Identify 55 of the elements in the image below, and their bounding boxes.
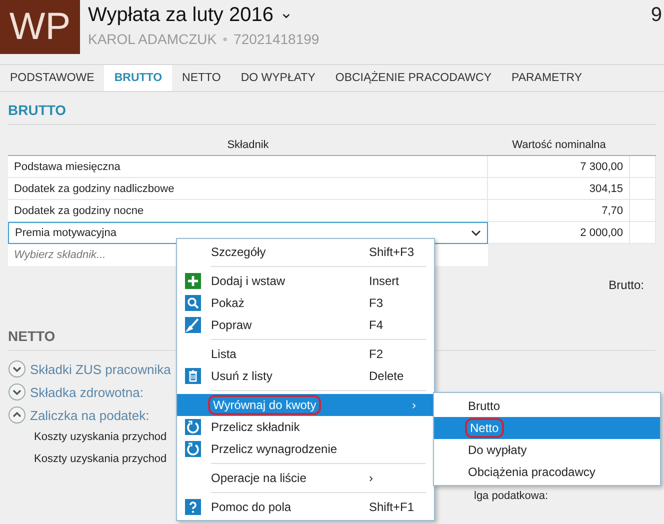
menu-item[interactable]: Przelicz wynagrodzenie xyxy=(177,438,434,460)
menu-item[interactable]: Operacje na liście › xyxy=(177,467,434,489)
table-cell xyxy=(630,156,656,178)
table-cell: Podstawa miesięczna xyxy=(8,156,488,178)
plus-icon xyxy=(185,273,201,289)
separator-dot: • xyxy=(222,31,228,47)
help-icon xyxy=(185,499,201,515)
tab[interactable]: NETTO xyxy=(172,65,231,91)
table-cell xyxy=(630,178,656,200)
trash-icon xyxy=(185,368,201,384)
tab[interactable]: BRUTTO xyxy=(104,65,172,91)
table-cell: 2 000,00 xyxy=(488,222,630,244)
expand-toggle-icon[interactable] xyxy=(8,360,26,378)
table-cell xyxy=(630,200,656,222)
menu-item[interactable]: Pomoc do pola Shift+F1 xyxy=(177,496,434,518)
search-icon xyxy=(185,295,201,311)
menu-item[interactable]: Szczegóły Shift+F3 xyxy=(177,241,434,263)
menu-item[interactable]: Brutto xyxy=(434,395,660,417)
tab[interactable]: PARAMETRY xyxy=(502,65,592,91)
menu-item[interactable]: Dodaj i wstaw Insert xyxy=(177,270,434,292)
table-cell: 304,15 xyxy=(488,178,630,200)
employee-pesel: 72021418199 xyxy=(234,31,320,47)
employee-name: KAROL ADAMCZUK xyxy=(88,31,217,47)
title-dropdown-caret[interactable]: ⌄ xyxy=(279,4,293,20)
expand-toggle-icon[interactable] xyxy=(8,383,26,401)
expand-toggle-icon[interactable] xyxy=(8,406,26,424)
menu-item[interactable]: Usuń z listy Delete xyxy=(177,365,434,387)
tab[interactable]: PODSTAWOWE xyxy=(0,65,104,91)
menu-item[interactable]: Wyrównaj do kwoty › xyxy=(177,394,434,416)
detail-label: Koszty uzyskania przychod xyxy=(34,453,167,465)
total-label: Brutto: xyxy=(608,278,644,294)
section-heading: BRUTTO xyxy=(8,92,656,125)
brush-icon xyxy=(185,317,201,333)
table-cell: 7,70 xyxy=(488,200,630,222)
menu-item[interactable]: Obciążenia pracodawcy xyxy=(434,461,660,483)
menu-item[interactable]: Netto xyxy=(434,417,660,439)
table-cell: Dodatek za godziny nadliczbowe xyxy=(8,178,488,200)
menu-item[interactable]: Pokaż F3 xyxy=(177,292,434,314)
corner-text: 9 xyxy=(650,3,662,27)
refresh-icon xyxy=(185,441,201,457)
detail-label: Koszty uzyskania przychod xyxy=(34,431,167,443)
menu-item[interactable]: Do wypłaty xyxy=(434,439,660,461)
menu-item[interactable]: Przelicz składnik xyxy=(177,416,434,438)
document-title: Wypłata za luty 2016 xyxy=(88,4,274,27)
app-logo: WP xyxy=(0,0,80,54)
chevron-down-icon xyxy=(471,230,481,236)
detail-label: lga podatkowa: xyxy=(474,490,548,502)
refresh-icon xyxy=(185,419,201,435)
table-cell: 7 300,00 xyxy=(488,156,630,178)
table-cell xyxy=(630,222,656,244)
table-cell: Dodatek za godziny nocne xyxy=(8,200,488,222)
column-header: Składnik xyxy=(226,139,270,151)
tab[interactable]: OBCIĄŻENIE PRACODAWCY xyxy=(325,65,502,91)
column-header: Wartość nominalna xyxy=(511,139,607,151)
tab[interactable]: DO WYPŁATY xyxy=(230,65,326,91)
